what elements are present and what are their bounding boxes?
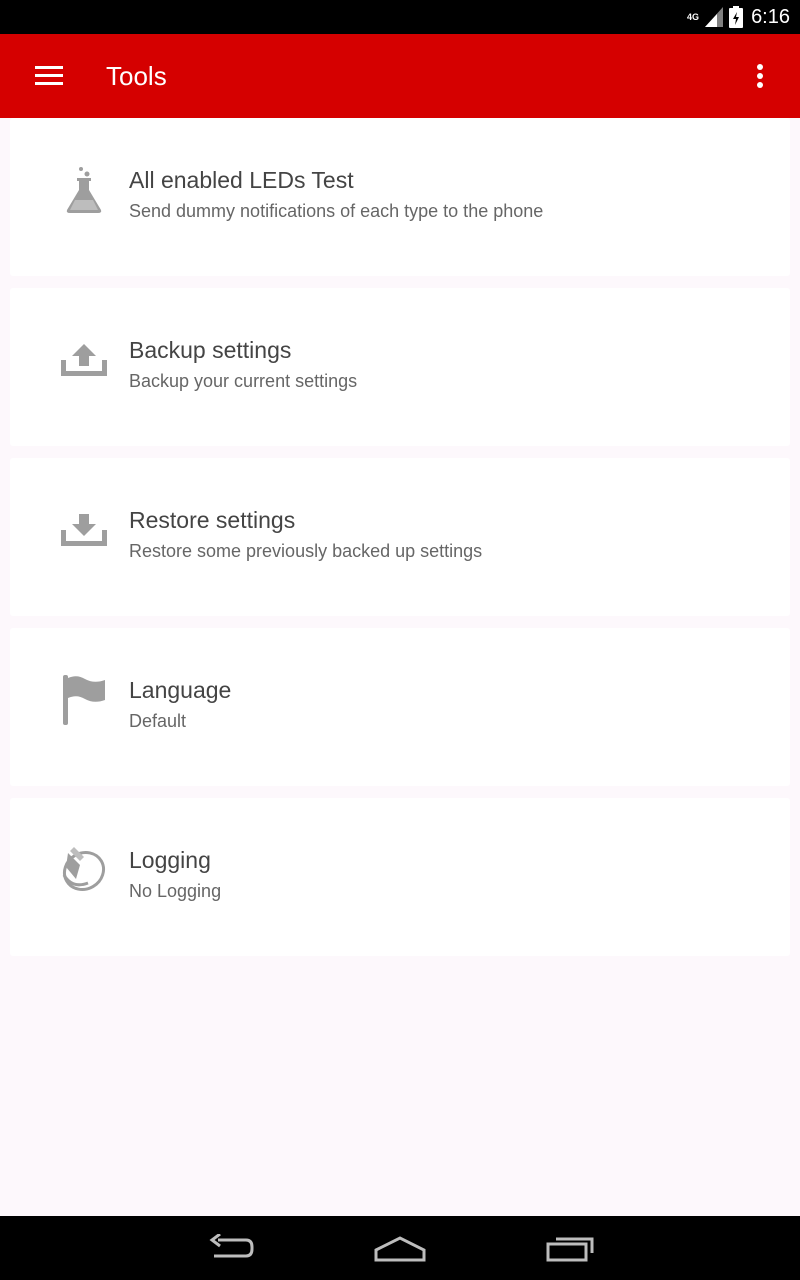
list-item-backup-settings[interactable]: Backup settings Backup your current sett…	[10, 288, 790, 446]
list-item-logging[interactable]: Logging No Logging	[10, 798, 790, 956]
more-vert-icon	[757, 64, 763, 88]
item-title: All enabled LEDs Test	[129, 167, 354, 193]
recent-apps-button[interactable]	[485, 1216, 655, 1280]
status-bar: 4G 6:16	[0, 0, 800, 34]
item-subtitle: Backup your current settings	[129, 371, 358, 391]
flag-icon	[58, 672, 110, 728]
page-title: Tools	[106, 60, 167, 91]
recent-apps-icon	[546, 1237, 594, 1262]
item-subtitle: Send dummy notifications of each type to…	[129, 201, 544, 221]
item-title: Logging	[129, 847, 211, 873]
list-item-leds-test[interactable]: All enabled LEDs Test Send dummy notific…	[10, 118, 790, 276]
flask-icon	[58, 162, 110, 218]
status-icons: 4G	[687, 6, 744, 28]
item-title: Backup settings	[129, 337, 292, 363]
home-icon	[374, 1236, 426, 1262]
item-subtitle: No Logging	[129, 881, 222, 901]
item-subtitle: Restore some previously backed up settin…	[129, 541, 483, 561]
back-button[interactable]	[145, 1216, 315, 1280]
item-title: Restore settings	[129, 507, 296, 533]
list-item-restore-settings[interactable]: Restore settings Restore some previously…	[10, 458, 790, 616]
clock: 6:16	[751, 5, 790, 28]
system-navigation-bar	[0, 1216, 800, 1280]
item-subtitle: Default	[129, 711, 187, 731]
app-bar: Tools	[0, 34, 800, 118]
back-icon	[209, 1234, 254, 1258]
battery-icon	[729, 6, 744, 28]
navigation-menu-button[interactable]	[0, 34, 98, 118]
logging-icon	[58, 842, 110, 898]
list-item-language[interactable]: Language Default	[10, 628, 790, 786]
item-title: Language	[129, 677, 232, 703]
upload-icon	[58, 332, 110, 388]
signal-icon	[705, 7, 724, 27]
overflow-menu-button[interactable]	[720, 34, 800, 118]
network-type-label: 4G	[687, 12, 700, 22]
download-icon	[58, 502, 110, 558]
home-button[interactable]	[315, 1216, 485, 1280]
hamburger-menu-icon	[35, 66, 63, 85]
